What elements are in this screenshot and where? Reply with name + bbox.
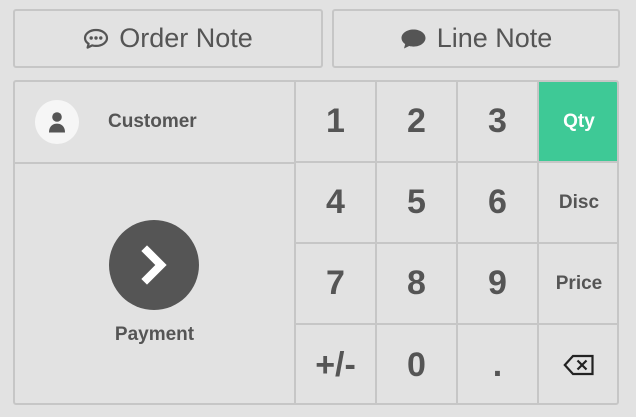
price-mode-button[interactable]: Price xyxy=(539,244,617,323)
plus-minus-key[interactable]: +/- xyxy=(296,325,375,403)
numpad-key-9[interactable]: 9 xyxy=(458,244,537,323)
payment-label: Payment xyxy=(114,324,195,345)
line-note-button[interactable]: Line Note xyxy=(332,9,620,68)
decimal-point-key[interactable]: . xyxy=(458,325,537,403)
numpad-key-1[interactable]: 1 xyxy=(296,82,375,161)
backspace-icon xyxy=(563,354,594,376)
numpad-key-0[interactable]: 0 xyxy=(377,325,456,403)
customer-label: Customer xyxy=(108,111,197,132)
backspace-button[interactable] xyxy=(539,325,617,403)
numpad-key-7[interactable]: 7 xyxy=(296,244,375,323)
line-note-label: Line Note xyxy=(436,23,553,53)
comment-dots-icon xyxy=(83,28,109,50)
qty-mode-button[interactable]: Qty xyxy=(539,82,617,161)
customer-button[interactable]: Customer xyxy=(15,82,296,164)
order-note-button[interactable]: Order Note xyxy=(13,9,323,68)
numpad-key-6[interactable]: 6 xyxy=(458,163,537,242)
user-icon xyxy=(35,100,79,144)
numpad-key-5[interactable]: 5 xyxy=(377,163,456,242)
chevron-right-icon xyxy=(141,245,167,285)
order-note-label: Order Note xyxy=(119,23,253,53)
numpad: 1 2 3 Qty 4 5 6 Disc 7 8 9 Price +/- 0 . xyxy=(296,82,617,403)
numpad-key-2[interactable]: 2 xyxy=(377,82,456,161)
numpad-key-8[interactable]: 8 xyxy=(377,244,456,323)
comment-icon xyxy=(400,28,427,50)
control-panel: Customer Payment 1 2 3 Qty 4 5 6 Disc 7 … xyxy=(13,80,619,405)
numpad-key-4[interactable]: 4 xyxy=(296,163,375,242)
disc-mode-button[interactable]: Disc xyxy=(539,163,617,242)
payment-button[interactable]: Payment xyxy=(15,164,296,403)
numpad-key-3[interactable]: 3 xyxy=(458,82,537,161)
payment-circle[interactable] xyxy=(109,220,199,310)
